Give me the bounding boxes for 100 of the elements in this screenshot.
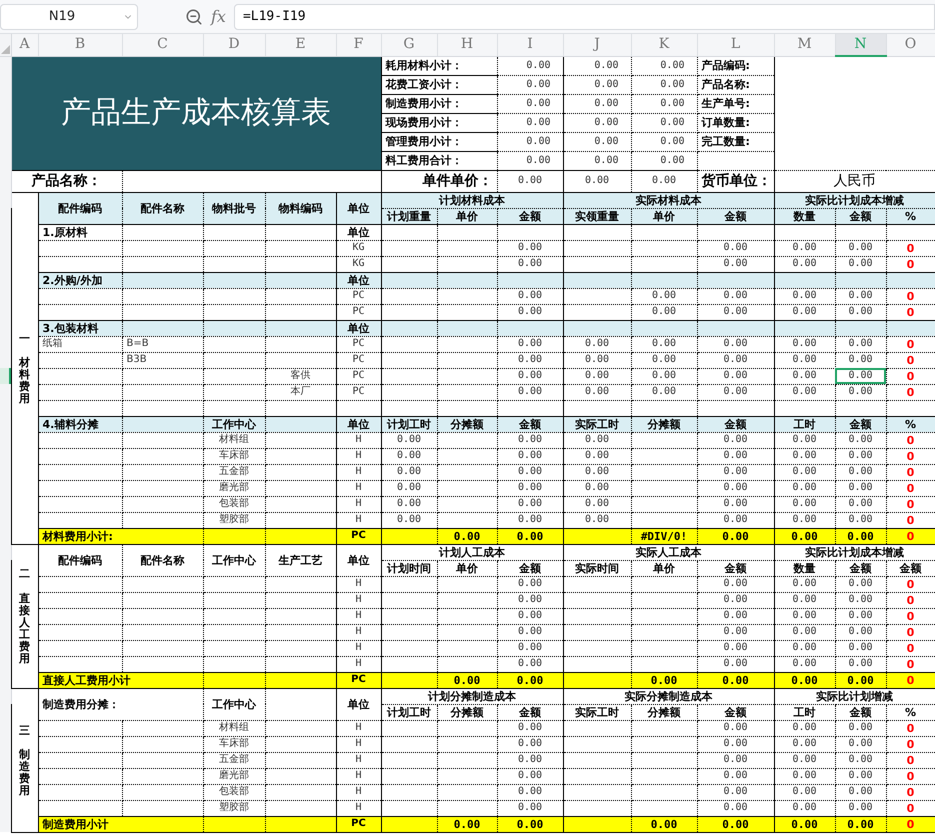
table-cell: 0.00 xyxy=(697,784,774,800)
function-button[interactable]: fx xyxy=(211,4,226,28)
table-cell: 0 xyxy=(886,800,935,816)
info-label: 产品编码: xyxy=(697,56,774,75)
section-label: 制造费用 xyxy=(19,749,30,798)
table-cell: H xyxy=(336,608,381,624)
info-label: 订单数量: xyxy=(697,113,774,132)
info-label: 生产单号: xyxy=(697,94,774,113)
table-cell: 0 xyxy=(886,592,935,608)
column-header[interactable]: J xyxy=(563,34,631,56)
table-cell: 0.00 xyxy=(497,736,563,752)
table-cell: 0.00 xyxy=(497,240,563,256)
column-header[interactable]: H xyxy=(437,34,497,56)
column-header[interactable]: C xyxy=(122,34,203,56)
table-cell: 0.00 xyxy=(774,480,835,496)
table-cell: 0 xyxy=(886,608,935,624)
column-heading: 金额 xyxy=(835,560,886,576)
row-heading: 单位 xyxy=(336,224,381,240)
table-cell: 0.00 xyxy=(697,512,774,528)
column-heading: 单价 xyxy=(437,208,497,224)
table-cell: 0.00 xyxy=(497,656,563,672)
table-cell: 0.00 xyxy=(774,368,835,384)
table-cell: PC xyxy=(336,672,381,688)
table-cell: 0.00 xyxy=(497,464,563,480)
table-cell: 0.00 xyxy=(697,496,774,512)
column-header[interactable]: E xyxy=(265,34,336,56)
table-cell: 0 xyxy=(886,720,935,736)
column-header[interactable]: G xyxy=(381,34,437,56)
column-heading: 配件编码 xyxy=(38,544,122,576)
table-cell: H xyxy=(336,656,381,672)
table-cell: 0.00 xyxy=(497,816,563,832)
column-header[interactable]: O xyxy=(886,34,935,56)
table-cell: 0.00 xyxy=(835,496,886,512)
table-cell: 0.00 xyxy=(497,672,563,688)
select-all-icon[interactable] xyxy=(1,44,10,54)
table-cell: 0.00 xyxy=(835,352,886,368)
table-cell: 0.00 xyxy=(497,752,563,768)
summary-label: 料工费用合计： xyxy=(381,151,497,170)
table-cell: 0.00 xyxy=(774,464,835,480)
table-cell: PC xyxy=(336,336,381,352)
table-cell: 0.00 xyxy=(835,480,886,496)
table-cell: 0.00 xyxy=(563,56,631,75)
summary-label: 制造费用小计： xyxy=(381,94,497,113)
table-cell: 0.00 xyxy=(697,336,774,352)
table-cell: 0 xyxy=(886,240,935,256)
column-heading: 单价 xyxy=(631,208,697,224)
group-heading: 计划分摊制造成本 xyxy=(381,688,563,704)
group-heading: 实际分摊制造成本 xyxy=(563,688,774,704)
table-cell: 0 xyxy=(886,384,935,400)
column-header[interactable]: M xyxy=(774,34,835,56)
table-cell: 0.00 xyxy=(697,736,774,752)
table-cell: H xyxy=(336,512,381,528)
table-cell: 0.00 xyxy=(497,94,563,113)
column-header[interactable]: L xyxy=(697,34,774,56)
table-cell: 0.00 xyxy=(497,132,563,151)
table-cell: 0.00 xyxy=(835,512,886,528)
section-numeral: 三 xyxy=(19,722,30,739)
zoom-out-icon[interactable] xyxy=(185,8,203,26)
table-cell: 0.00 xyxy=(835,384,886,400)
table-cell: 0.00 xyxy=(774,624,835,640)
column-header[interactable]: A xyxy=(11,34,38,56)
column-header[interactable]: B xyxy=(38,34,122,56)
column-header[interactable]: D xyxy=(203,34,265,56)
column-heading: 配件名称 xyxy=(122,192,203,224)
table-cell: 0.00 xyxy=(835,624,886,640)
row-heading: 1.原材料 xyxy=(38,224,122,240)
name-box[interactable]: N19 xyxy=(0,4,138,30)
column-header[interactable]: N xyxy=(835,34,886,56)
column-heading: 物料编码 xyxy=(265,192,336,224)
table-cell: 0.00 xyxy=(631,816,697,832)
group-heading: 计划人工成本 xyxy=(381,544,563,560)
row-header[interactable] xyxy=(0,368,11,384)
table-cell: 0.00 xyxy=(381,480,437,496)
row-heading: 单位 xyxy=(336,416,381,432)
table-cell: KG xyxy=(336,240,381,256)
table-cell: H xyxy=(336,464,381,480)
row-header[interactable] xyxy=(0,56,11,75)
table-cell: 0.00 xyxy=(835,256,886,272)
table-cell: 0.00 xyxy=(563,448,631,464)
formula-field[interactable]: =L19-I19 xyxy=(234,4,935,30)
column-heading: 实际时间 xyxy=(563,560,631,576)
table-cell: 0.00 xyxy=(563,464,631,480)
column-heading: 金额 xyxy=(697,208,774,224)
table-cell: 本厂 xyxy=(265,384,336,400)
table-cell: 0.00 xyxy=(774,720,835,736)
column-heading: 金额 xyxy=(697,560,774,576)
table-cell: 0.00 xyxy=(774,784,835,800)
table-cell: 0.00 xyxy=(835,288,886,304)
column-header[interactable]: K xyxy=(631,34,697,56)
table-cell: 0.00 xyxy=(497,496,563,512)
table-cell: 材料组 xyxy=(203,432,265,448)
table-cell: 0.00 xyxy=(835,336,886,352)
row-heading: 单位 xyxy=(336,272,381,288)
table-cell: 0.00 xyxy=(697,384,774,400)
table-cell: 材料组 xyxy=(203,720,265,736)
table-cell: 0.00 xyxy=(835,736,886,752)
column-heading: 实领重量 xyxy=(563,208,631,224)
column-header[interactable]: F xyxy=(336,34,381,56)
column-header[interactable]: I xyxy=(497,34,563,56)
table-cell: 0.00 xyxy=(835,576,886,592)
